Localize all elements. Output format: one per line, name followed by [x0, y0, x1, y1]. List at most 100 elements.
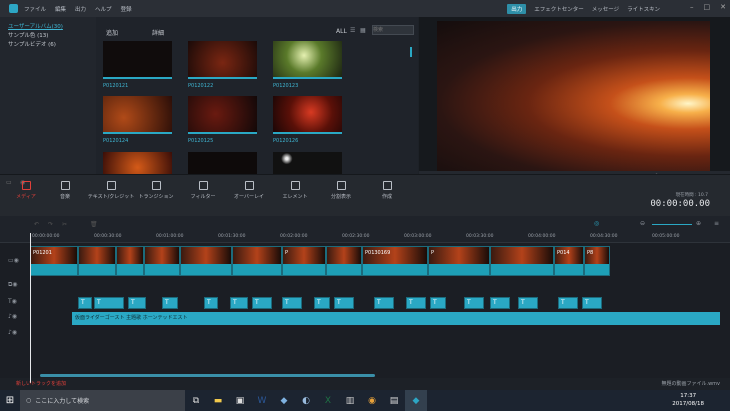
add-media-button[interactable]: 追加: [106, 28, 118, 37]
text-clip[interactable]: T: [334, 297, 354, 309]
maximize-icon[interactable]: □: [704, 3, 711, 11]
skin-link[interactable]: ライトスキン: [627, 5, 660, 13]
effect-center-link[interactable]: エフェクトセンター: [534, 5, 584, 13]
video-clip[interactable]: [78, 246, 116, 276]
close-icon[interactable]: ✕: [720, 3, 726, 11]
album-sample-video[interactable]: サンプルビデオ (6): [0, 41, 96, 50]
text-track-icon[interactable]: T◉: [0, 298, 28, 305]
tool-element[interactable]: エレメント: [270, 181, 320, 200]
text-clip[interactable]: T: [582, 297, 602, 309]
word-icon[interactable]: W: [251, 390, 273, 411]
text-clip[interactable]: T: [374, 297, 394, 309]
export-button[interactable]: 出力: [507, 4, 527, 14]
file-explorer-icon[interactable]: ▬: [207, 390, 229, 411]
delete-icon[interactable]: 🗑: [90, 221, 98, 228]
app-icon[interactable]: ◆: [273, 390, 295, 411]
tool-music[interactable]: 音楽: [40, 181, 90, 200]
tool-create[interactable]: 作成: [362, 181, 412, 200]
text-clip[interactable]: T: [314, 297, 330, 309]
menu-export[interactable]: 出力: [75, 5, 86, 13]
media-scrollbar[interactable]: [410, 47, 412, 57]
filter-all-button[interactable]: ALL: [336, 28, 347, 35]
video-clip[interactable]: P014: [554, 246, 584, 276]
store-icon[interactable]: ▣: [229, 390, 251, 411]
video-clip[interactable]: [326, 246, 362, 276]
zoom-in-icon[interactable]: ⊕: [696, 220, 701, 227]
text-clip[interactable]: T: [128, 297, 146, 309]
tool-overlay[interactable]: オーバーレイ: [224, 181, 274, 200]
tool-filter[interactable]: フィルター: [178, 181, 228, 200]
menu-register[interactable]: 登録: [121, 5, 132, 13]
message-link[interactable]: メッセージ: [592, 5, 619, 13]
video-clip[interactable]: P01201: [30, 246, 78, 276]
text-clip[interactable]: T: [406, 297, 426, 309]
media-thumb[interactable]: [188, 41, 257, 79]
media-thumb[interactable]: [103, 152, 172, 174]
text-clip[interactable]: T: [230, 297, 248, 309]
media-thumb[interactable]: [188, 96, 257, 134]
album-sample-color[interactable]: サンプル色 (13): [0, 32, 96, 41]
grid-view-icon[interactable]: ▦: [360, 27, 366, 34]
video-clip[interactable]: P: [282, 246, 326, 276]
video-clip[interactable]: [490, 246, 554, 276]
text-clip[interactable]: T: [204, 297, 218, 309]
text-clip[interactable]: T: [252, 297, 272, 309]
tool-transition[interactable]: トランジション: [131, 181, 181, 200]
zoom-out-icon[interactable]: ⊖: [640, 220, 645, 227]
text-clip[interactable]: T: [518, 297, 538, 309]
minimize-icon[interactable]: –: [690, 3, 694, 11]
text-clip[interactable]: T: [430, 297, 446, 309]
redo-icon[interactable]: ↷: [48, 221, 53, 228]
video-clip[interactable]: P0130169: [362, 246, 428, 276]
menu-file[interactable]: ファイル: [24, 5, 46, 13]
menu-help[interactable]: ヘルプ: [95, 5, 112, 13]
video-clip[interactable]: [144, 246, 180, 276]
media-thumb[interactable]: [273, 152, 342, 174]
music-track-icon[interactable]: ♪◉: [0, 313, 28, 320]
start-button[interactable]: ⊞: [0, 390, 20, 411]
render-icon[interactable]: ◎: [594, 220, 599, 227]
app4-icon[interactable]: ▤: [383, 390, 405, 411]
media-thumb[interactable]: [103, 96, 172, 134]
timeline-scrollbar[interactable]: [40, 374, 375, 377]
app3-icon[interactable]: ▥: [339, 390, 361, 411]
video-clip[interactable]: [180, 246, 232, 276]
filmora-icon[interactable]: ◆: [405, 390, 427, 411]
list-view-icon[interactable]: ☰: [350, 27, 355, 34]
playhead[interactable]: [30, 233, 31, 383]
audio-clip[interactable]: 仮面ライダーゴースト 主題歌 ホーンテッドエスト: [72, 312, 720, 325]
add-track-button[interactable]: 新しいトラックを追加: [16, 380, 66, 387]
video-clip[interactable]: P: [428, 246, 490, 276]
excel-icon[interactable]: X: [317, 390, 339, 411]
pip-track-icon[interactable]: ⧉◉: [0, 281, 28, 289]
timeline-ruler[interactable]: 00:00:00:00 00:00:30:00 00:01:00:00 00:0…: [0, 233, 730, 243]
text-clip[interactable]: T: [94, 297, 124, 309]
media-thumb[interactable]: [273, 96, 342, 134]
task-view-icon[interactable]: ⧉: [185, 390, 207, 411]
zoom-slider[interactable]: [652, 224, 692, 225]
video-track-icon[interactable]: ▭◉: [0, 257, 28, 264]
album-user[interactable]: ユーザーアルバム(30): [0, 23, 96, 32]
menu-edit[interactable]: 編集: [55, 5, 66, 13]
text-clip[interactable]: T: [162, 297, 178, 309]
app2-icon[interactable]: ◐: [295, 390, 317, 411]
media-thumb[interactable]: [103, 41, 172, 79]
music-track-2-icon[interactable]: ♪◉: [0, 329, 28, 336]
cut-icon[interactable]: ✂: [62, 221, 67, 228]
text-clip[interactable]: T: [282, 297, 302, 309]
text-clip[interactable]: T: [464, 297, 484, 309]
media-search-input[interactable]: [372, 25, 414, 35]
chrome-icon[interactable]: ◉: [361, 390, 383, 411]
video-clip[interactable]: [116, 246, 144, 276]
video-clip[interactable]: [232, 246, 282, 276]
text-clip[interactable]: T: [490, 297, 510, 309]
taskbar-search[interactable]: ○ ここに入力して検索: [20, 390, 185, 411]
menu-icon[interactable]: ≡: [714, 220, 719, 227]
video-clip[interactable]: P8: [584, 246, 610, 276]
tool-text[interactable]: テキスト/クレジット: [86, 181, 136, 200]
text-clip[interactable]: T: [558, 297, 578, 309]
media-thumb[interactable]: [188, 152, 257, 174]
taskbar-clock[interactable]: 17:37 2017/08/18: [672, 392, 704, 408]
text-clip[interactable]: T: [78, 297, 92, 309]
media-filter-dropdown[interactable]: 詳細: [152, 28, 164, 37]
